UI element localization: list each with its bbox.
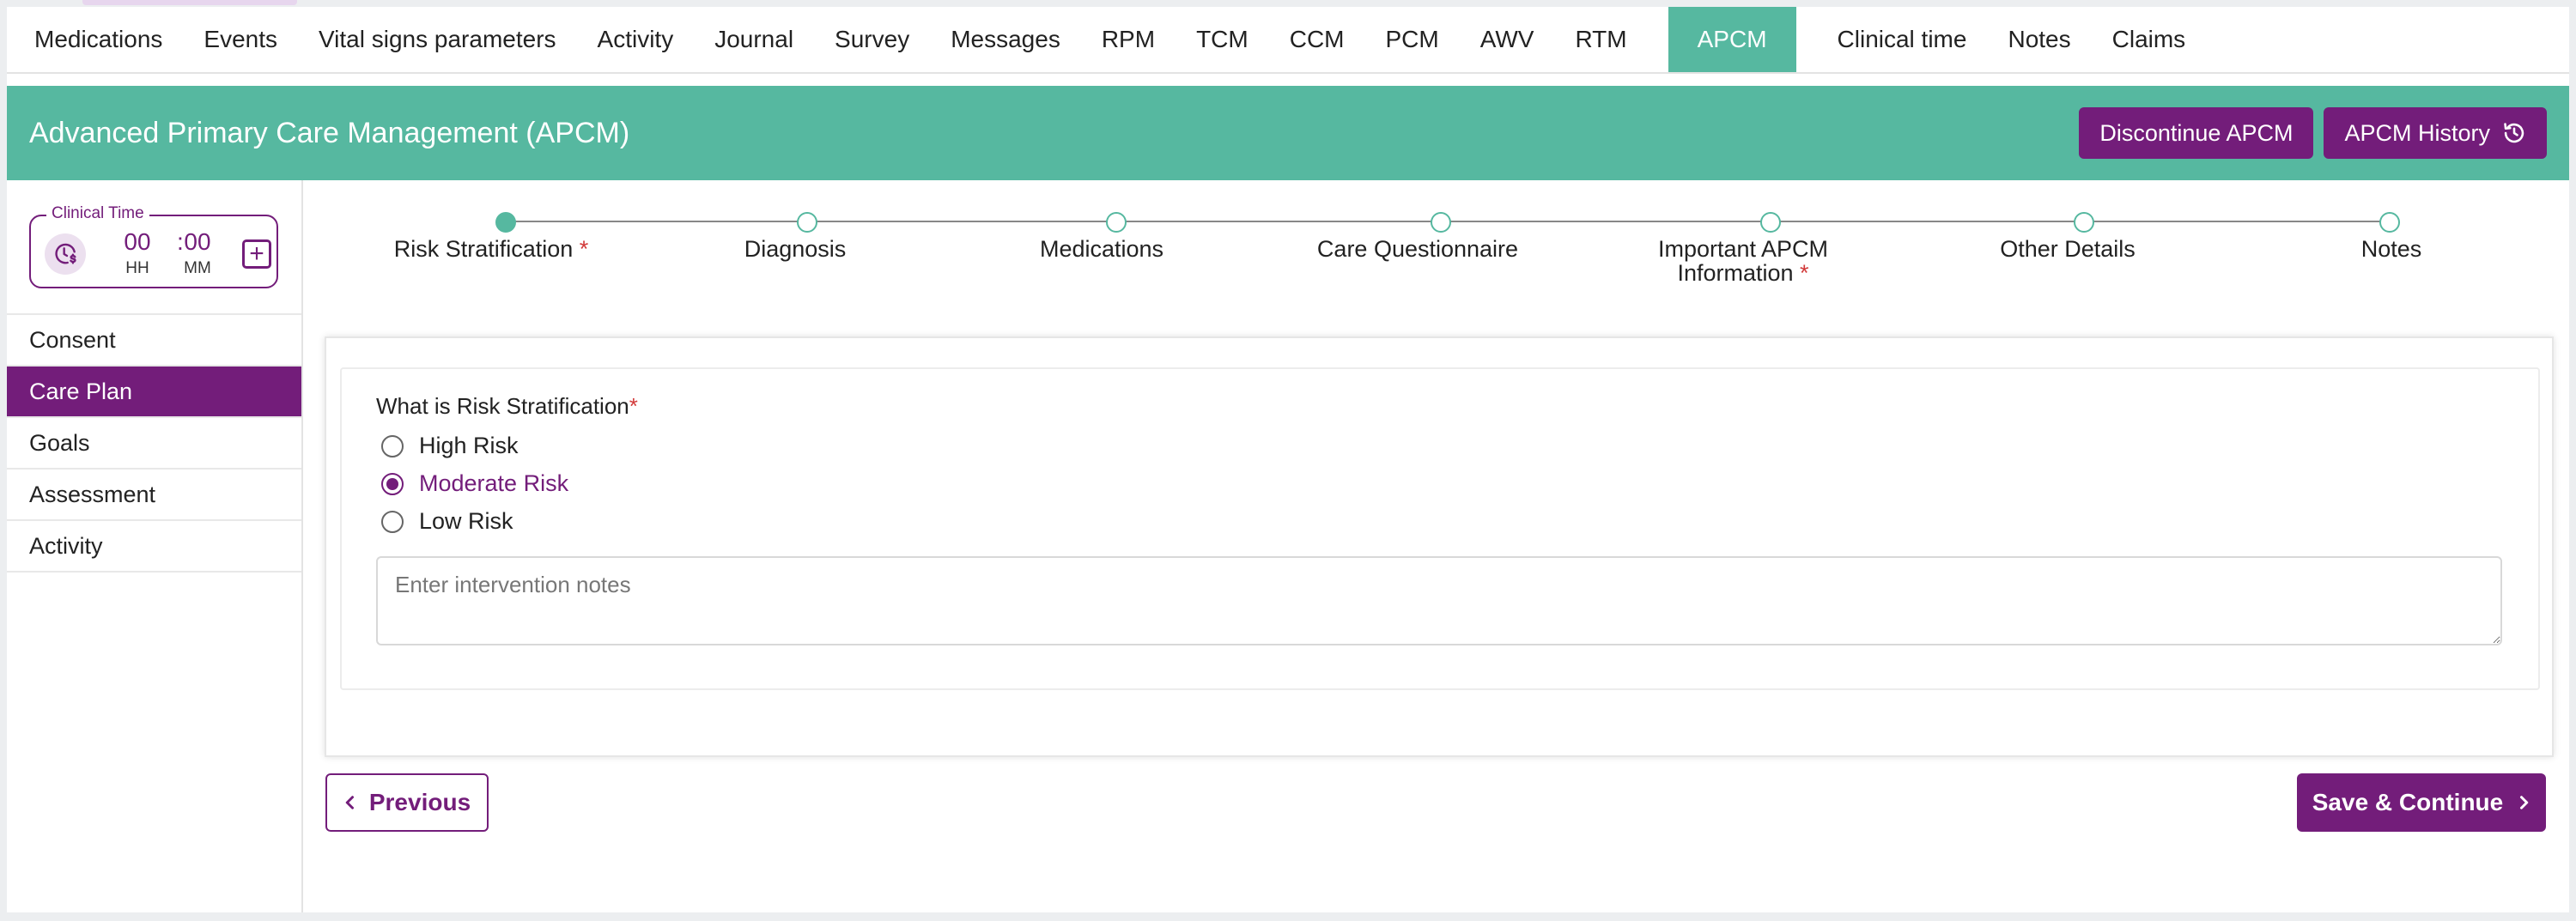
step-label-medications[interactable]: Medications <box>1040 237 1163 261</box>
step-label-text: Diagnosis <box>744 236 847 262</box>
step-label-other-details[interactable]: Other Details <box>2000 237 2136 261</box>
tab-journal[interactable]: Journal <box>694 7 814 72</box>
tab-clinical-time[interactable]: Clinical time <box>1817 7 1988 72</box>
step-label-text: Risk Stratification <box>393 236 574 262</box>
tab-activity[interactable]: Activity <box>577 7 695 72</box>
radio-low-risk[interactable]: Low Risk <box>381 508 513 535</box>
step-dot-diagnosis[interactable] <box>797 212 817 233</box>
clinical-hours-value: 00 <box>124 228 151 255</box>
radio-button[interactable] <box>381 510 404 533</box>
risk-stratification-form: What is Risk Stratification* High Risk M… <box>340 367 2540 690</box>
step-dot-other-details[interactable] <box>2074 212 2094 233</box>
discontinue-apcm-label: Discontinue APCM <box>2099 119 2293 146</box>
sidebar-item-consent[interactable]: Consent <box>7 315 301 367</box>
radio-label: Low Risk <box>419 508 513 534</box>
required-mark: * <box>579 236 589 262</box>
risk-question-text: What is Risk Stratification <box>376 393 629 419</box>
step-label-text: Important APCM <box>1657 236 1829 262</box>
sidebar-menu: Consent Care Plan Goals Assessment Activ… <box>7 313 301 573</box>
tab-tcm[interactable]: TCM <box>1176 7 1269 72</box>
app-frame: Medications Events Vital signs parameter… <box>7 7 2569 912</box>
sidebar-item-care-plan[interactable]: Care Plan <box>7 367 301 418</box>
sidebar: Clinical Time 00 : 00 HH MM + Consent Ca… <box>7 180 303 912</box>
tab-survey[interactable]: Survey <box>814 7 930 72</box>
step-label-text: Notes <box>2360 236 2422 262</box>
top-nav: Medications Events Vital signs parameter… <box>7 7 2569 74</box>
previous-label: Previous <box>368 789 471 815</box>
clinical-time-legend: Clinical Time <box>46 204 149 223</box>
radio-button[interactable] <box>381 472 404 495</box>
step-dot-important-apcm-information[interactable] <box>1760 212 1781 233</box>
tab-awv[interactable]: AWV <box>1460 7 1555 72</box>
step-dot-risk-stratification[interactable] <box>495 212 516 233</box>
tab-messages[interactable]: Messages <box>930 7 1081 72</box>
radio-button[interactable] <box>381 434 404 457</box>
plus-square-icon[interactable]: + <box>242 239 271 269</box>
tab-claims[interactable]: Claims <box>2092 7 2207 72</box>
save-and-continue-button[interactable]: Save & Continue <box>2297 773 2546 832</box>
tab-events[interactable]: Events <box>183 7 298 72</box>
step-label-important-apcm-information[interactable]: Important APCM Information * <box>1658 237 1828 285</box>
tab-notes[interactable]: Notes <box>1987 7 2091 72</box>
top-accent-bar <box>82 0 297 5</box>
step-label-text: Medications <box>1039 236 1164 262</box>
sidebar-item-assessment[interactable]: Assessment <box>7 470 301 521</box>
step-label-diagnosis[interactable]: Diagnosis <box>744 237 847 261</box>
apcm-history-button[interactable]: APCM History <box>2324 107 2547 159</box>
step-label-text: Other Details <box>2000 236 2136 262</box>
step-dot-medications[interactable] <box>1106 212 1127 233</box>
apcm-history-label: APCM History <box>2344 119 2490 146</box>
history-icon <box>2502 121 2526 145</box>
tab-apcm[interactable]: APCM <box>1668 7 1796 72</box>
step-label-text: Care Questionnaire <box>1316 236 1519 262</box>
radio-label: Moderate Risk <box>419 470 569 496</box>
hours-unit-label: HH <box>125 259 149 277</box>
chevron-left-icon <box>343 794 357 811</box>
minutes-unit-label: MM <box>184 259 211 277</box>
required-mark: * <box>629 393 638 419</box>
page-header: Advanced Primary Care Management (APCM) … <box>7 86 2569 180</box>
tab-vital-signs-parameters[interactable]: Vital signs parameters <box>298 7 577 72</box>
previous-button[interactable]: Previous <box>325 773 489 832</box>
step-dot-care-questionnaire[interactable] <box>1431 212 1451 233</box>
chevron-right-icon <box>2517 794 2530 811</box>
clinical-minutes-value: 00 <box>184 228 211 255</box>
step-dot-notes[interactable] <box>2379 212 2400 233</box>
discontinue-apcm-button[interactable]: Discontinue APCM <box>2079 107 2314 159</box>
radio-label: High Risk <box>419 433 519 458</box>
tab-medications[interactable]: Medications <box>14 7 183 72</box>
header-actions: Discontinue APCM APCM History <box>2079 107 2547 159</box>
sidebar-item-goals[interactable]: Goals <box>7 418 301 470</box>
risk-question-label: What is Risk Stratification* <box>376 393 638 420</box>
clinical-time-widget: Clinical Time 00 : 00 HH MM + <box>29 204 278 288</box>
risk-stratification-card: What is Risk Stratification* High Risk M… <box>325 336 2554 757</box>
clock-dollar-icon[interactable] <box>45 233 86 275</box>
step-label-risk-stratification[interactable]: Risk Stratification * <box>394 237 589 261</box>
care-plan-stepper: Risk Stratification * Diagnosis Medicati… <box>303 180 2569 318</box>
required-mark: * <box>1800 260 1809 286</box>
step-label-text-line2: Information <box>1677 260 1794 286</box>
tab-rpm[interactable]: RPM <box>1081 7 1176 72</box>
save-label: Save & Continue <box>2312 789 2504 815</box>
radio-moderate-risk[interactable]: Moderate Risk <box>381 470 568 497</box>
tab-pcm[interactable]: PCM <box>1364 7 1459 72</box>
tab-ccm[interactable]: CCM <box>1269 7 1365 72</box>
page-title: Advanced Primary Care Management (APCM) <box>29 116 630 149</box>
step-label-notes[interactable]: Notes <box>2361 237 2422 261</box>
radio-high-risk[interactable]: High Risk <box>381 433 519 459</box>
sidebar-item-activity[interactable]: Activity <box>7 521 301 573</box>
tab-rtm[interactable]: RTM <box>1554 7 1647 72</box>
intervention-notes-input[interactable] <box>376 556 2502 645</box>
step-label-care-questionnaire[interactable]: Care Questionnaire <box>1317 237 1518 261</box>
